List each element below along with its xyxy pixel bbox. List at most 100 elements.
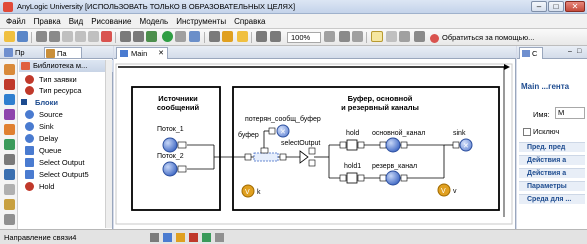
reserve-channel-label: резерв_канал xyxy=(372,163,417,170)
pan-icon[interactable] xyxy=(339,31,350,42)
layout-dropdown-icon[interactable] xyxy=(399,31,410,42)
save-icon[interactable] xyxy=(17,31,28,42)
svg-text:V: V xyxy=(441,188,446,195)
step-icon[interactable] xyxy=(209,31,220,42)
new-model-icon[interactable] xyxy=(4,31,15,42)
section-1[interactable]: Пред. пред xyxy=(519,142,585,152)
tab-projects[interactable]: Пр xyxy=(3,47,41,58)
tab-properties[interactable]: С xyxy=(519,47,543,59)
library-icon-9[interactable] xyxy=(4,184,15,195)
feedback-button[interactable]: Обратиться за помощью... xyxy=(430,31,560,44)
library-icon-3[interactable] xyxy=(4,94,15,105)
library-icon-4[interactable] xyxy=(4,109,15,120)
library-item-resource-type[interactable]: Тип ресурса xyxy=(24,85,81,96)
library-item-entity-type[interactable]: Тип заявки xyxy=(24,74,77,85)
library-item-queue[interactable]: Queue xyxy=(24,145,62,156)
library-section-blocks[interactable]: Блоки xyxy=(20,97,58,108)
exclude-checkbox[interactable] xyxy=(523,128,531,136)
library-icon-11[interactable] xyxy=(4,214,15,225)
minimize-button[interactable]: – xyxy=(531,1,547,12)
library-icon-2[interactable] xyxy=(4,79,15,90)
properties-icon xyxy=(522,50,530,57)
build-icon[interactable] xyxy=(146,31,157,42)
settings-icon[interactable] xyxy=(414,31,425,42)
debug-icon[interactable] xyxy=(189,31,200,42)
model-diagram[interactable]: Источники сообщений Буфер, основной и ре… xyxy=(114,59,516,229)
section-2[interactable]: Действия а xyxy=(519,155,585,165)
delete-icon[interactable] xyxy=(101,31,112,42)
grid-icon[interactable] xyxy=(371,31,383,42)
redo-icon[interactable] xyxy=(49,31,60,42)
library-icon-8[interactable] xyxy=(4,169,15,180)
zoom-fit-icon[interactable] xyxy=(352,31,363,42)
source-2-node xyxy=(162,161,178,177)
exclude-label: Исключ xyxy=(533,127,560,136)
maximize-button[interactable]: □ xyxy=(548,1,564,12)
window-title: AnyLogic University [ИСПОЛЬЗОВАТЬ ТОЛЬКО… xyxy=(17,2,296,11)
select-output-icon xyxy=(25,158,34,167)
section-3[interactable]: Действия а xyxy=(519,168,585,178)
minimize-panel-icon[interactable]: – xyxy=(568,48,572,55)
library-item-sink[interactable]: Sink xyxy=(24,121,54,132)
library-item-select-output5[interactable]: Select Output5 xyxy=(24,169,89,180)
maximize-panel-icon[interactable]: □ xyxy=(577,48,581,55)
library-scrollbar[interactable] xyxy=(105,60,112,228)
buffer-queue xyxy=(253,152,279,162)
status-icon-5[interactable] xyxy=(202,233,211,242)
menu-file[interactable]: Файл xyxy=(6,17,26,26)
title-bar: AnyLogic University [ИСПОЛЬЗОВАТЬ ТОЛЬКО… xyxy=(0,0,587,14)
library-icon-7[interactable] xyxy=(4,154,15,165)
paste-icon[interactable] xyxy=(88,31,99,42)
pointer-icon[interactable] xyxy=(237,31,248,42)
editor-tabs: Main ✕ xyxy=(114,46,516,59)
source-1-node xyxy=(162,137,178,153)
library-icon-1[interactable] xyxy=(4,64,15,75)
status-icon-4[interactable] xyxy=(189,233,198,242)
section-5[interactable]: Среда для ... xyxy=(519,194,585,204)
layout-icon[interactable] xyxy=(386,31,397,42)
cut-icon[interactable] xyxy=(62,31,73,42)
status-icon-6[interactable] xyxy=(215,233,224,242)
library-item-hold[interactable]: Hold xyxy=(24,181,54,192)
section-4[interactable]: Параметры xyxy=(519,181,585,191)
library-header[interactable]: Библиотека м... xyxy=(19,60,113,72)
run-dropdown-icon[interactable] xyxy=(175,31,186,42)
undo-icon[interactable] xyxy=(36,31,47,42)
hold-icon xyxy=(25,182,34,191)
bulb-icon[interactable] xyxy=(222,31,233,42)
tab-palette[interactable]: Па xyxy=(44,47,82,58)
library-item-select-output[interactable]: Select Output xyxy=(24,157,84,168)
library-item-delay[interactable]: Delay xyxy=(24,133,58,144)
copy-icon[interactable] xyxy=(75,31,86,42)
name-input[interactable]: M xyxy=(555,107,585,119)
variable-k-label: k xyxy=(257,189,261,196)
status-icon-1[interactable] xyxy=(150,233,159,242)
run-icon[interactable] xyxy=(162,31,173,42)
tab-close-icon[interactable]: ✕ xyxy=(158,48,164,59)
close-button[interactable]: ✕ xyxy=(565,1,585,12)
menu-model[interactable]: Модель xyxy=(139,17,168,26)
source-icon xyxy=(25,110,34,119)
zoom-select[interactable]: 100% xyxy=(287,32,321,43)
library-icon-10[interactable] xyxy=(4,199,15,210)
menu-view[interactable]: Вид xyxy=(69,17,83,26)
projects-icon xyxy=(4,48,13,57)
menu-tools[interactable]: Инструменты xyxy=(176,17,226,26)
buffer-box-title-2: и резервный каналы xyxy=(341,103,419,112)
menu-draw[interactable]: Рисование xyxy=(91,17,131,26)
library-icon-5[interactable] xyxy=(4,124,15,135)
zoom-dropdown-icon[interactable] xyxy=(324,31,335,42)
tab-main[interactable]: Main ✕ xyxy=(116,47,168,59)
zoom-out-icon[interactable] xyxy=(270,31,281,42)
zoom-in-icon[interactable] xyxy=(256,31,267,42)
menu-edit[interactable]: Правка xyxy=(34,17,61,26)
library-icon-6[interactable] xyxy=(4,139,15,150)
status-icon-2[interactable] xyxy=(163,233,172,242)
hold1-label: hold1 xyxy=(344,163,361,170)
library-item-source[interactable]: Source xyxy=(24,109,63,120)
menu-help[interactable]: Справка xyxy=(234,17,265,26)
align-icon[interactable] xyxy=(120,31,131,42)
status-bar: Направление связи4 xyxy=(0,229,587,244)
group-icon[interactable] xyxy=(133,31,144,42)
status-icon-3[interactable] xyxy=(176,233,185,242)
